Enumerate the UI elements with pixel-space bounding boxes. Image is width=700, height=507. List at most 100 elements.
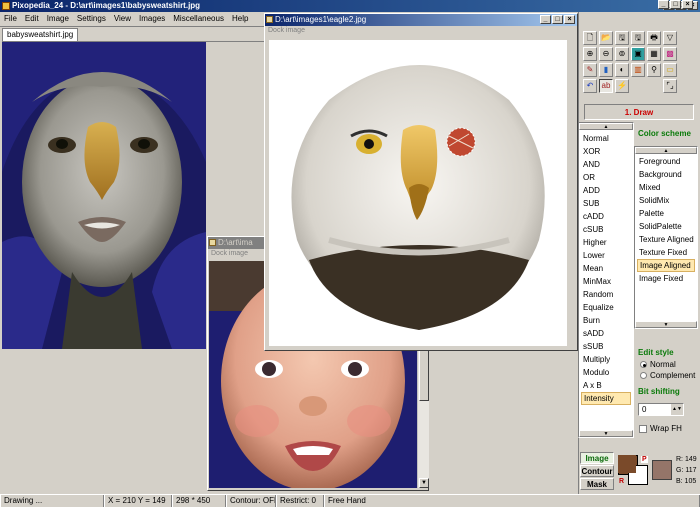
- edit-style-normal-radio[interactable]: Normal: [640, 360, 676, 369]
- main-image-canvas[interactable]: [2, 42, 206, 349]
- panel-minimize-button[interactable]: _: [658, 0, 669, 9]
- menu-images[interactable]: Images: [135, 12, 169, 26]
- blend-mode-item[interactable]: Lower: [581, 249, 631, 262]
- pattern-icon[interactable]: ▩: [663, 47, 677, 61]
- menu-settings[interactable]: Settings: [73, 12, 110, 26]
- list-scroll-up[interactable]: ▲: [579, 123, 633, 130]
- blend-mode-item[interactable]: OR: [581, 171, 631, 184]
- blend-mode-item[interactable]: MinMax: [581, 275, 631, 288]
- color-scheme-item[interactable]: Image Fixed: [637, 272, 695, 285]
- panel-maximize-button[interactable]: □: [670, 0, 681, 9]
- scroll-down-arrow[interactable]: ▼: [419, 478, 429, 488]
- open-icon[interactable]: 📂: [599, 31, 613, 45]
- eagle-close-button[interactable]: ×: [564, 15, 575, 24]
- blend-mode-item[interactable]: Burn: [581, 314, 631, 327]
- undo-icon[interactable]: ↶: [583, 79, 597, 93]
- list-scroll-down[interactable]: ▼: [579, 430, 633, 437]
- eagle-minimize-button[interactable]: _: [540, 15, 551, 24]
- zoom-actual-icon[interactable]: ▣: [631, 47, 645, 61]
- menu-edit[interactable]: Edit: [21, 12, 43, 26]
- status-coords: X = 210 Y = 149: [104, 495, 172, 507]
- save-as-icon[interactable]: 🖫: [631, 31, 645, 45]
- blend-mode-list[interactable]: ▲ Normal XOR AND OR ADD SUB cADD cSUB Higher Lowe…: [578, 122, 634, 438]
- eagle-image-canvas[interactable]: [269, 40, 567, 346]
- mask-mode-button[interactable]: Mask: [580, 478, 614, 490]
- color-scheme-list[interactable]: ▲ Foreground Background Mixed SolidMix Palet…: [634, 146, 698, 329]
- blend-mode-item[interactable]: Normal: [581, 132, 631, 145]
- primary-swatch-front[interactable]: [618, 455, 636, 473]
- color-scheme-item[interactable]: Image Aligned: [637, 259, 695, 272]
- menu-image[interactable]: Image: [43, 12, 73, 26]
- blend-mode-item[interactable]: Intensity: [581, 392, 631, 405]
- eagle-maximize-button[interactable]: □: [552, 15, 563, 24]
- menu-help[interactable]: Help: [228, 12, 252, 26]
- contour-mode-button[interactable]: Contour: [580, 465, 614, 477]
- eyedropper-icon[interactable]: ⚲: [647, 63, 661, 77]
- blend-mode-item[interactable]: Higher: [581, 236, 631, 249]
- blend-mode-item[interactable]: cADD: [581, 210, 631, 223]
- text-icon[interactable]: ab: [599, 79, 613, 93]
- blend-mode-item[interactable]: ADD: [581, 184, 631, 197]
- color-scheme-item[interactable]: SolidMix: [637, 194, 695, 207]
- rectangle-select-icon[interactable]: ▭: [663, 63, 677, 77]
- blend-mode-item[interactable]: Random: [581, 288, 631, 301]
- blend-mode-item[interactable]: XOR: [581, 145, 631, 158]
- menu-miscellaneous[interactable]: Miscellaneous: [169, 12, 228, 26]
- blend-mode-item[interactable]: Equalize: [581, 301, 631, 314]
- color-scheme-item[interactable]: SolidPalette: [637, 220, 695, 233]
- blend-mode-item[interactable]: cSUB: [581, 223, 631, 236]
- empty-slot: [647, 79, 661, 93]
- funnel-icon[interactable]: ▽: [663, 31, 677, 45]
- print-icon[interactable]: 🖶: [647, 31, 661, 45]
- menu-file[interactable]: File: [0, 12, 21, 26]
- brush-icon[interactable]: ✎: [583, 63, 597, 77]
- blend-mode-item[interactable]: Mean: [581, 262, 631, 275]
- edit-style-complement-radio[interactable]: Complement: [640, 371, 695, 380]
- eagle-window-title: D:\art\images1\eagle2.jpg: [275, 15, 367, 24]
- blend-mode-item[interactable]: sADD: [581, 327, 631, 340]
- app-title: Pixopedia_24 - D:\art\images1\babysweats…: [12, 1, 201, 10]
- color-scheme-item[interactable]: Texture Fixed: [637, 246, 695, 259]
- draw-mode-label[interactable]: 1. Draw: [584, 104, 694, 120]
- tab-babysweatshirt[interactable]: babysweatshirt.jpg: [2, 28, 79, 41]
- eagle-dock-label[interactable]: Dock image: [265, 26, 577, 36]
- zoom-in-icon[interactable]: ⊕: [583, 47, 597, 61]
- blend-mode-item[interactable]: sSUB: [581, 340, 631, 353]
- eagle-image-window[interactable]: D:\art\images1\eagle2.jpg _ □ × Dock ima…: [264, 13, 578, 351]
- palette-icon[interactable]: ▥: [631, 63, 645, 77]
- blend-mode-item[interactable]: A x B: [581, 379, 631, 392]
- crop-corners-icon[interactable]: ⌜⌟: [663, 79, 677, 93]
- histogram-icon[interactable]: ▮: [599, 63, 613, 77]
- list-scroll-up[interactable]: ▲: [635, 147, 697, 154]
- menu-view[interactable]: View: [110, 12, 135, 26]
- grid-icon[interactable]: ▦: [647, 47, 661, 61]
- eagle-window-title-bar[interactable]: D:\art\images1\eagle2.jpg _ □ ×: [265, 14, 577, 26]
- color-scheme-item[interactable]: Texture Aligned: [637, 233, 695, 246]
- wand-icon[interactable]: ⚡: [615, 79, 629, 93]
- color-scheme-item[interactable]: Palette: [637, 207, 695, 220]
- r-label: R: [619, 478, 625, 485]
- image-mode-button[interactable]: Image: [580, 452, 614, 464]
- stepper-arrows[interactable]: ▲▼: [671, 404, 683, 415]
- color-scheme-item[interactable]: Foreground: [637, 155, 695, 168]
- zoom-fit-icon[interactable]: ⊚: [615, 47, 629, 61]
- list-scroll-down[interactable]: ▼: [635, 321, 697, 328]
- bit-shifting-stepper[interactable]: 0 ▲▼: [638, 403, 684, 416]
- zoom-out-icon[interactable]: ⊖: [599, 47, 613, 61]
- new-icon[interactable]: 🗋: [583, 31, 597, 45]
- wrap-fh-checkbox[interactable]: Wrap FH: [639, 424, 682, 433]
- panel-window-controls: _ □ ×: [658, 0, 693, 9]
- color-scheme-item[interactable]: Background: [637, 168, 695, 181]
- blend-mode-item[interactable]: Multiply: [581, 353, 631, 366]
- panel-close-button[interactable]: ×: [682, 0, 693, 9]
- blend-mode-item[interactable]: AND: [581, 158, 631, 171]
- blend-mode-item[interactable]: Modulo: [581, 366, 631, 379]
- checkbox-label: Wrap FH: [650, 424, 682, 433]
- bit-shifting-heading: Bit shifting: [638, 387, 680, 396]
- radio-on-icon: [640, 361, 647, 368]
- status-state: Drawing ...: [0, 495, 104, 507]
- blend-mode-item[interactable]: SUB: [581, 197, 631, 210]
- contrast-icon[interactable]: ◐: [615, 63, 629, 77]
- color-scheme-item[interactable]: Mixed: [637, 181, 695, 194]
- save-icon[interactable]: 🖫: [615, 31, 629, 45]
